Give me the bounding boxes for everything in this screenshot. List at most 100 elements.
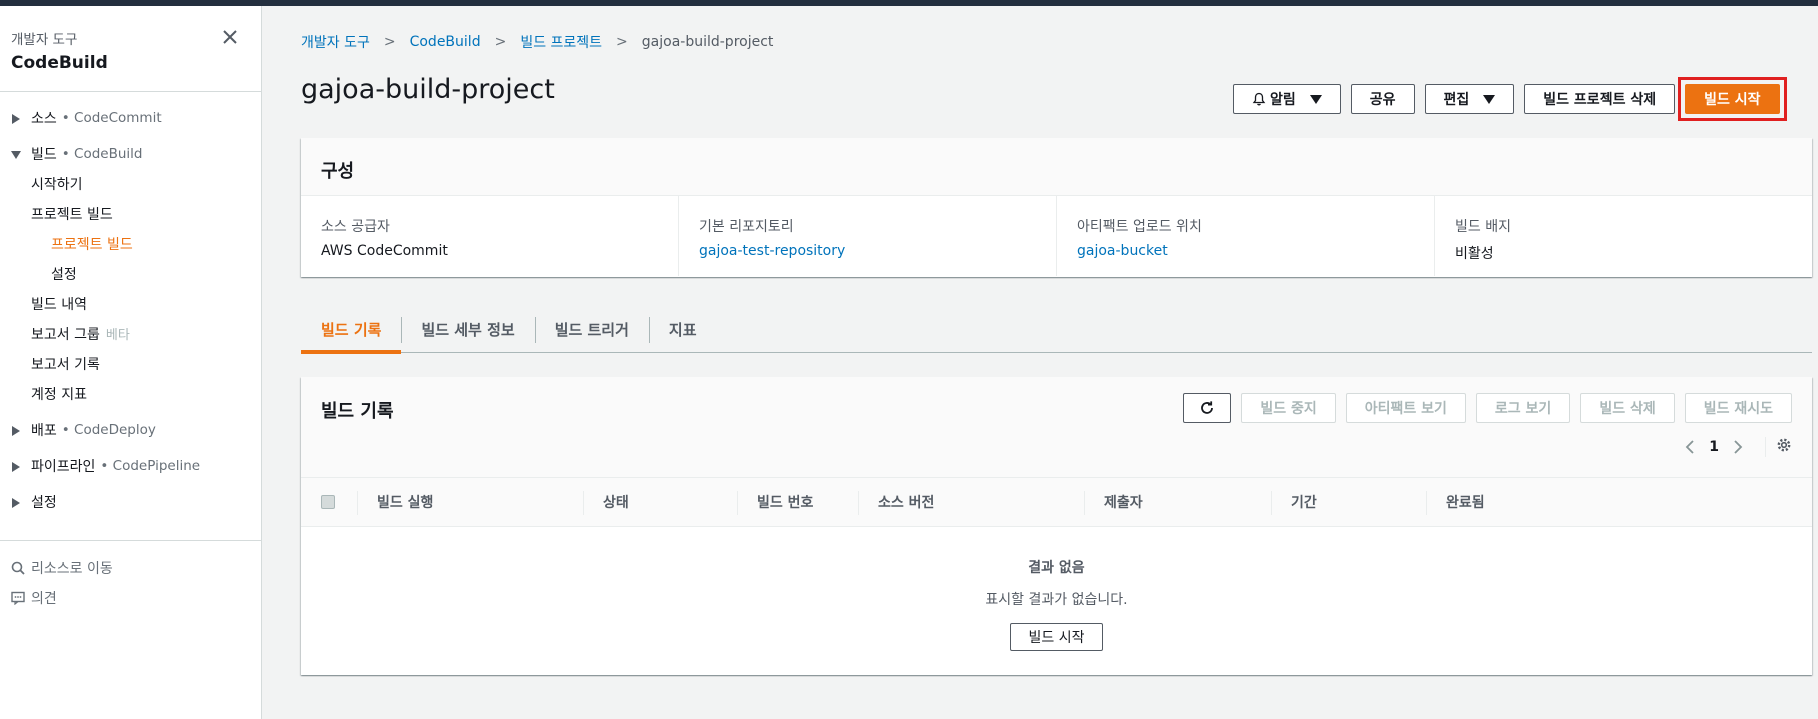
sidebar-section-service: • CodeCommit	[61, 110, 162, 126]
sidebar-item-report-groups[interactable]: 보고서 그룹 베타	[0, 320, 261, 350]
empty-start-build-button[interactable]: 빌드 시작	[1009, 623, 1104, 651]
notify-label: 알림	[1270, 92, 1296, 108]
build-history-header: 빌드 기록 빌드 중지 아티팩트 보기 로그 보기 빌드 삭제 빌드 재시도 1	[301, 377, 1812, 477]
chevron-left-icon[interactable]	[1685, 439, 1695, 455]
sidebar-item-project-build-sub[interactable]: 프로젝트 빌드	[0, 230, 261, 260]
breadcrumb-current: gajoa-build-project	[641, 34, 774, 50]
chevron-right-icon: >	[616, 34, 628, 50]
go-to-resource-label: 리소스로 이동	[31, 561, 113, 577]
column-build-run[interactable]: 빌드 실행	[357, 478, 583, 526]
caret-right-icon	[12, 114, 20, 124]
sidebar: 개발자 도구 CodeBuild 소스 • CodeCommit 빌드 • Co…	[0, 6, 262, 719]
feedback-label: 의견	[31, 591, 57, 607]
sidebar-section-label: 배포	[31, 423, 57, 439]
sidebar-header: 개발자 도구 CodeBuild	[0, 6, 261, 92]
sidebar-section-label: 파이프라인	[31, 459, 96, 475]
empty-state: 결과 없음 표시할 결과가 없습니다. 빌드 시작	[301, 527, 1812, 651]
bucket-link[interactable]: gajoa-bucket	[1077, 243, 1414, 259]
build-history-actions: 빌드 중지 아티팩트 보기 로그 보기 빌드 삭제 빌드 재시도	[1183, 393, 1792, 423]
chevron-right-icon[interactable]	[1733, 439, 1743, 455]
sidebar-section-label: 빌드	[31, 147, 57, 163]
view-artifacts-button[interactable]: 아티팩트 보기	[1345, 393, 1466, 423]
sidebar-divider	[0, 540, 261, 541]
close-icon[interactable]	[221, 28, 239, 46]
search-icon	[11, 561, 25, 575]
sidebar-subtitle: 개발자 도구	[11, 32, 78, 48]
tab-build-details[interactable]: 빌드 세부 정보	[401, 305, 534, 353]
config-primary-repository: 기본 리포지토리 gajoa-test-repository	[678, 196, 1056, 276]
empty-title: 결과 없음	[1028, 560, 1085, 576]
bell-icon	[1252, 92, 1266, 106]
column-duration[interactable]: 기간	[1271, 478, 1426, 526]
config-source-provider: 소스 공급자 AWS CodeCommit	[301, 196, 678, 276]
beta-badge: 베타	[105, 328, 130, 343]
empty-description: 표시할 결과가 없습니다.	[985, 592, 1128, 608]
column-source-version[interactable]: 소스 버전	[858, 478, 1084, 526]
column-submitter[interactable]: 제출자	[1084, 478, 1271, 526]
chevron-right-icon: >	[494, 34, 507, 50]
build-history-panel: 빌드 기록 빌드 중지 아티팩트 보기 로그 보기 빌드 삭제 빌드 재시도 1…	[301, 377, 1812, 675]
config-key: 기본 리포지토리	[699, 219, 794, 235]
sidebar-nav: 소스 • CodeCommit 빌드 • CodeBuild 시작하기 프로젝트…	[0, 92, 261, 613]
start-build-button[interactable]: 빌드 시작	[1685, 84, 1780, 114]
sidebar-item-getting-started[interactable]: 시작하기	[0, 170, 261, 200]
config-build-badge: 빌드 배지 비활성	[1434, 196, 1812, 276]
chevron-right-icon: >	[383, 34, 396, 50]
caret-down-icon	[11, 151, 21, 159]
sidebar-section-service: • CodeDeploy	[61, 422, 156, 438]
caret-right-icon	[12, 498, 20, 508]
refresh-icon	[1201, 401, 1214, 414]
sidebar-item-report-history[interactable]: 보고서 기록	[0, 350, 261, 380]
sidebar-item-project-build[interactable]: 프로젝트 빌드	[0, 200, 261, 230]
tab-build-history[interactable]: 빌드 기록	[301, 305, 402, 354]
view-logs-button[interactable]: 로그 보기	[1475, 393, 1571, 423]
caret-down-icon	[1483, 94, 1496, 104]
sidebar-section-label: 설정	[31, 495, 57, 511]
sidebar-item-build-history[interactable]: 빌드 내역	[0, 290, 261, 320]
sidebar-section-build[interactable]: 빌드 • CodeBuild	[0, 138, 261, 170]
config-key: 소스 공급자	[321, 219, 390, 235]
sidebar-section-pipeline[interactable]: 파이프라인 • CodePipeline	[0, 450, 261, 482]
page-actions: 알림 공유 편집 빌드 프로젝트 삭제 빌드 시작	[1233, 77, 1787, 121]
gear-icon	[1777, 438, 1791, 452]
go-to-resource-link[interactable]: 리소스로 이동	[0, 553, 261, 583]
notify-dropdown-button[interactable]: 알림	[1233, 84, 1341, 114]
breadcrumb-developer-tools[interactable]: 개발자 도구	[301, 32, 370, 52]
select-all-checkbox[interactable]	[321, 495, 335, 509]
select-all-checkbox-cell	[301, 478, 357, 526]
caret-right-icon	[12, 462, 20, 472]
sidebar-item-settings-sub[interactable]: 설정	[0, 260, 261, 290]
column-completed[interactable]: 완료됨	[1426, 478, 1612, 526]
sidebar-section-deploy[interactable]: 배포 • CodeDeploy	[0, 414, 261, 446]
start-build-highlight: 빌드 시작	[1678, 77, 1787, 121]
sidebar-section-source[interactable]: 소스 • CodeCommit	[0, 102, 261, 134]
config-value: AWS CodeCommit	[321, 243, 448, 259]
breadcrumb-build-projects[interactable]: 빌드 프로젝트	[520, 32, 602, 52]
sidebar-section-service: • CodeBuild	[61, 146, 143, 162]
share-button[interactable]: 공유	[1350, 84, 1415, 114]
repository-link[interactable]: gajoa-test-repository	[699, 243, 1036, 259]
breadcrumb: 개발자 도구 > CodeBuild > 빌드 프로젝트 > gajoa-bui…	[301, 32, 773, 52]
delete-build-button[interactable]: 빌드 삭제	[1580, 393, 1675, 423]
sidebar-section-settings[interactable]: 설정	[0, 486, 261, 518]
feedback-link[interactable]: 의견	[0, 583, 261, 613]
breadcrumb-codebuild[interactable]: CodeBuild	[410, 34, 481, 50]
sidebar-section-label: 소스	[31, 111, 57, 127]
pagination: 1	[1685, 437, 1792, 457]
edit-label: 편집	[1443, 92, 1470, 108]
tab-metrics[interactable]: 지표	[648, 305, 717, 353]
delete-project-button[interactable]: 빌드 프로젝트 삭제	[1524, 84, 1676, 114]
column-status[interactable]: 상태	[583, 478, 737, 526]
refresh-button[interactable]	[1183, 393, 1232, 423]
page-title: gajoa-build-project	[301, 74, 555, 105]
tab-build-triggers[interactable]: 빌드 트리거	[534, 305, 649, 353]
column-build-number[interactable]: 빌드 번호	[737, 478, 858, 526]
preferences-button[interactable]	[1765, 437, 1792, 457]
retry-build-button[interactable]: 빌드 재시도	[1684, 393, 1792, 423]
sidebar-item-account-metrics[interactable]: 계정 지표	[0, 380, 261, 410]
config-artifact-location: 아티팩트 업로드 위치 gajoa-bucket	[1056, 196, 1434, 276]
stop-build-button[interactable]: 빌드 중지	[1241, 393, 1336, 423]
sidebar-title: CodeBuild	[11, 53, 108, 73]
edit-dropdown-button[interactable]: 편집	[1424, 84, 1515, 114]
page-number[interactable]: 1	[1709, 439, 1719, 455]
